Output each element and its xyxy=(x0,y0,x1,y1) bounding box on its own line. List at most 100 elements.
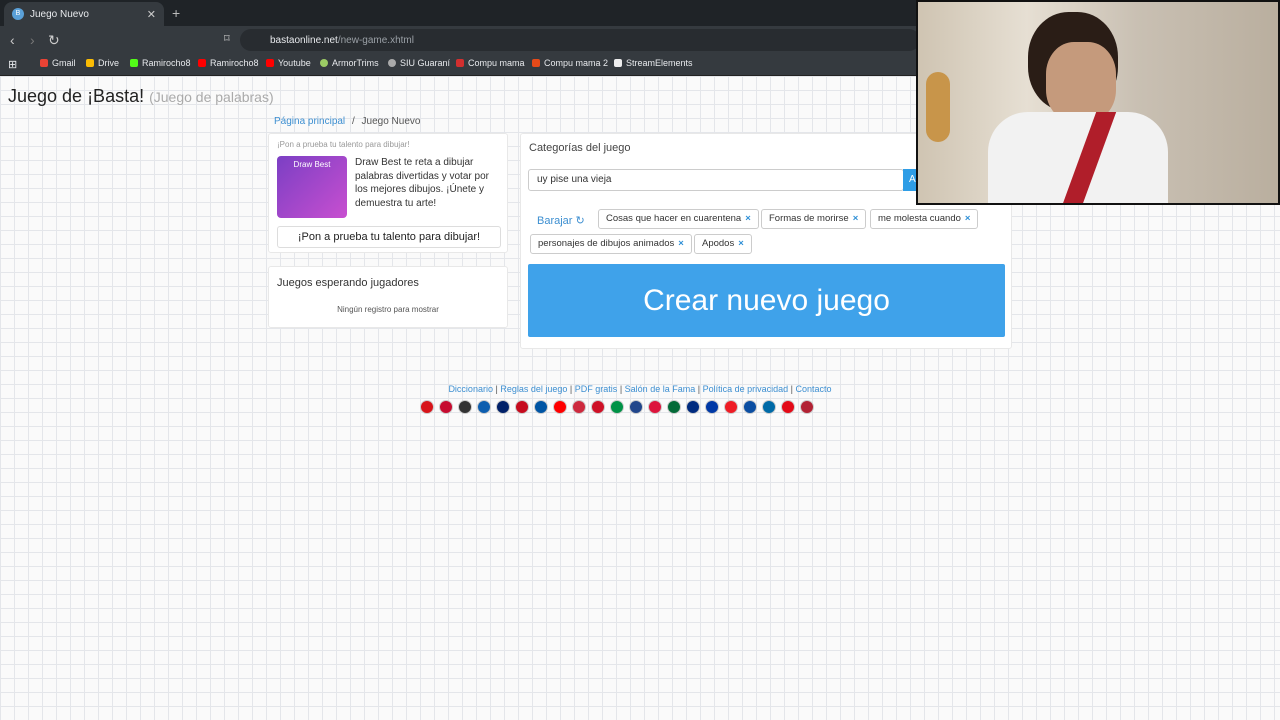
breadcrumb: Página principal / Juego Nuevo xyxy=(274,116,420,127)
category-tag: Formas de morirse × xyxy=(761,209,867,229)
remove-tag-icon[interactable]: × xyxy=(745,213,751,224)
footer-link-privacy[interactable]: Política de privacidad xyxy=(703,384,789,394)
language-flag-icon[interactable] xyxy=(496,400,510,414)
tag-label: me molesta cuando xyxy=(878,213,961,224)
language-flag-icon[interactable] xyxy=(553,400,567,414)
address-bar[interactable]: bastaonline.net/new-game.xhtml xyxy=(240,29,920,51)
create-game-button[interactable]: Crear nuevo juego xyxy=(528,264,1005,337)
bookmark-label: StreamElements xyxy=(626,58,693,68)
remove-tag-icon[interactable]: × xyxy=(738,238,744,249)
tag-label: Cosas que hacer en cuarentena xyxy=(606,213,742,224)
language-flag-icon[interactable] xyxy=(610,400,624,414)
language-flag-icon[interactable] xyxy=(667,400,681,414)
shuffle-button[interactable]: Barajar ↻ xyxy=(537,214,585,227)
language-flag-icon[interactable] xyxy=(534,400,548,414)
url-domain: bastaonline.net xyxy=(270,34,338,46)
breadcrumb-current: Juego Nuevo xyxy=(361,116,421,127)
language-flag-icon[interactable] xyxy=(686,400,700,414)
category-tag: Apodos × xyxy=(694,234,752,254)
categories-title: Categorías del juego xyxy=(529,142,631,154)
language-flag-icon[interactable] xyxy=(800,400,814,414)
language-flag-icon[interactable] xyxy=(420,400,434,414)
footer-link-contact[interactable]: Contacto xyxy=(796,384,832,394)
waiting-games-panel: Juegos esperando jugadores Ningún regist… xyxy=(268,266,508,328)
breadcrumb-separator: / xyxy=(351,116,355,127)
footer-separator: | xyxy=(569,384,573,394)
browser-tab[interactable]: B Juego Nuevo ✕ xyxy=(4,2,164,26)
streamer-face xyxy=(1046,42,1116,122)
footer-separator: | xyxy=(790,384,794,394)
language-flag-icon[interactable] xyxy=(705,400,719,414)
language-flag-icon[interactable] xyxy=(781,400,795,414)
language-flag-icon[interactable] xyxy=(762,400,776,414)
bookmark-kick[interactable]: Ramirocho8 xyxy=(130,58,191,68)
bookmark-icon[interactable]: ⌑ xyxy=(224,32,230,45)
bookmark-siu[interactable]: SIU Guaraní xyxy=(388,58,450,68)
promo-heading: ¡Pon a prueba tu talento para dibujar! xyxy=(277,140,410,149)
language-flag-icon[interactable] xyxy=(648,400,662,414)
new-tab-icon[interactable]: + xyxy=(172,5,180,21)
close-tab-icon[interactable]: ✕ xyxy=(147,8,156,21)
language-flag-icon[interactable] xyxy=(591,400,605,414)
tag-label: Formas de morirse xyxy=(769,213,849,224)
draw-best-button[interactable]: ¡Pon a prueba tu talento para dibujar! xyxy=(277,226,501,248)
site-favicon-icon: B xyxy=(12,8,24,20)
waiting-games-title: Juegos esperando jugadores xyxy=(277,277,419,289)
footer-separator: | xyxy=(619,384,623,394)
bookmark-label: ArmorTrims xyxy=(332,58,379,68)
reload-icon[interactable]: ↻ xyxy=(48,32,60,49)
language-flag-icon[interactable] xyxy=(629,400,643,414)
tag-label: Apodos xyxy=(702,238,735,249)
bookmark-compu-mama-2[interactable]: Compu mama 2 xyxy=(532,58,608,68)
footer-link-dictionary[interactable]: Diccionario xyxy=(448,384,493,394)
breadcrumb-home-link[interactable]: Página principal xyxy=(274,116,345,127)
language-flag-icon[interactable] xyxy=(724,400,738,414)
language-flags xyxy=(420,400,814,414)
bookmark-label: Ramirocho8 xyxy=(210,58,259,68)
guitar-image xyxy=(926,72,950,142)
bookmark-label: Compu mama xyxy=(468,58,525,68)
promo-image-label: Draw Best xyxy=(293,160,331,169)
remove-tag-icon[interactable]: × xyxy=(678,238,684,249)
footer-separator: | xyxy=(495,384,498,394)
bookmark-label: Compu mama 2 xyxy=(544,58,609,68)
back-icon[interactable]: ‹ xyxy=(10,32,15,48)
bookmark-armortrims[interactable]: ArmorTrims xyxy=(320,58,379,68)
footer-link-pdf[interactable]: PDF gratis xyxy=(575,384,618,394)
bookmark-compu-mama[interactable]: Compu mama xyxy=(456,58,525,68)
page-title: Juego de ¡Basta! (Juego de palabras) xyxy=(8,86,274,107)
remove-tag-icon[interactable]: × xyxy=(853,213,859,224)
language-flag-icon[interactable] xyxy=(439,400,453,414)
language-flag-icon[interactable] xyxy=(515,400,529,414)
bookmark-label: Gmail xyxy=(52,58,76,68)
url-path: /new-game.xhtml xyxy=(337,34,414,46)
tab-title: Juego Nuevo xyxy=(30,8,89,20)
bookmark-label: SIU Guaraní xyxy=(400,58,451,68)
language-flag-icon[interactable] xyxy=(572,400,586,414)
bookmark-drive[interactable]: Drive xyxy=(86,58,119,68)
footer-separator: | xyxy=(697,384,701,394)
language-flag-icon[interactable] xyxy=(458,400,472,414)
forward-icon[interactable]: › xyxy=(30,32,35,48)
apps-grid-icon[interactable]: ⊞ xyxy=(8,58,17,71)
promo-text: Draw Best te reta a dibujar palabras div… xyxy=(355,157,489,209)
footer-links: Diccionario | Reglas del juego | PDF gra… xyxy=(0,384,1280,394)
bookmark-streamelements[interactable]: StreamElements xyxy=(614,58,693,68)
bookmark-youtube[interactable]: Youtube xyxy=(266,58,311,68)
bookmark-label: Ramirocho8 xyxy=(142,58,191,68)
footer-link-rules[interactable]: Reglas del juego xyxy=(500,384,567,394)
bookmark-label: Youtube xyxy=(278,58,311,68)
site-subtitle: (Juego de palabras) xyxy=(149,89,274,105)
tag-label: personajes de dibujos animados xyxy=(538,238,675,249)
category-tag: personajes de dibujos animados × xyxy=(530,234,692,254)
language-flag-icon[interactable] xyxy=(477,400,491,414)
category-tag: Cosas que hacer en cuarentena × xyxy=(598,209,759,229)
remove-tag-icon[interactable]: × xyxy=(965,213,971,224)
bookmark-gmail[interactable]: Gmail xyxy=(40,58,76,68)
bookmark-youtube-channel[interactable]: Ramirocho8 xyxy=(198,58,259,68)
category-input[interactable]: uy pise una vieja xyxy=(528,169,904,191)
draw-best-image[interactable]: Draw Best xyxy=(277,156,347,218)
language-flag-icon[interactable] xyxy=(743,400,757,414)
footer-link-hall-of-fame[interactable]: Salón de la Fama xyxy=(625,384,696,394)
bookmark-label: Drive xyxy=(98,58,120,68)
